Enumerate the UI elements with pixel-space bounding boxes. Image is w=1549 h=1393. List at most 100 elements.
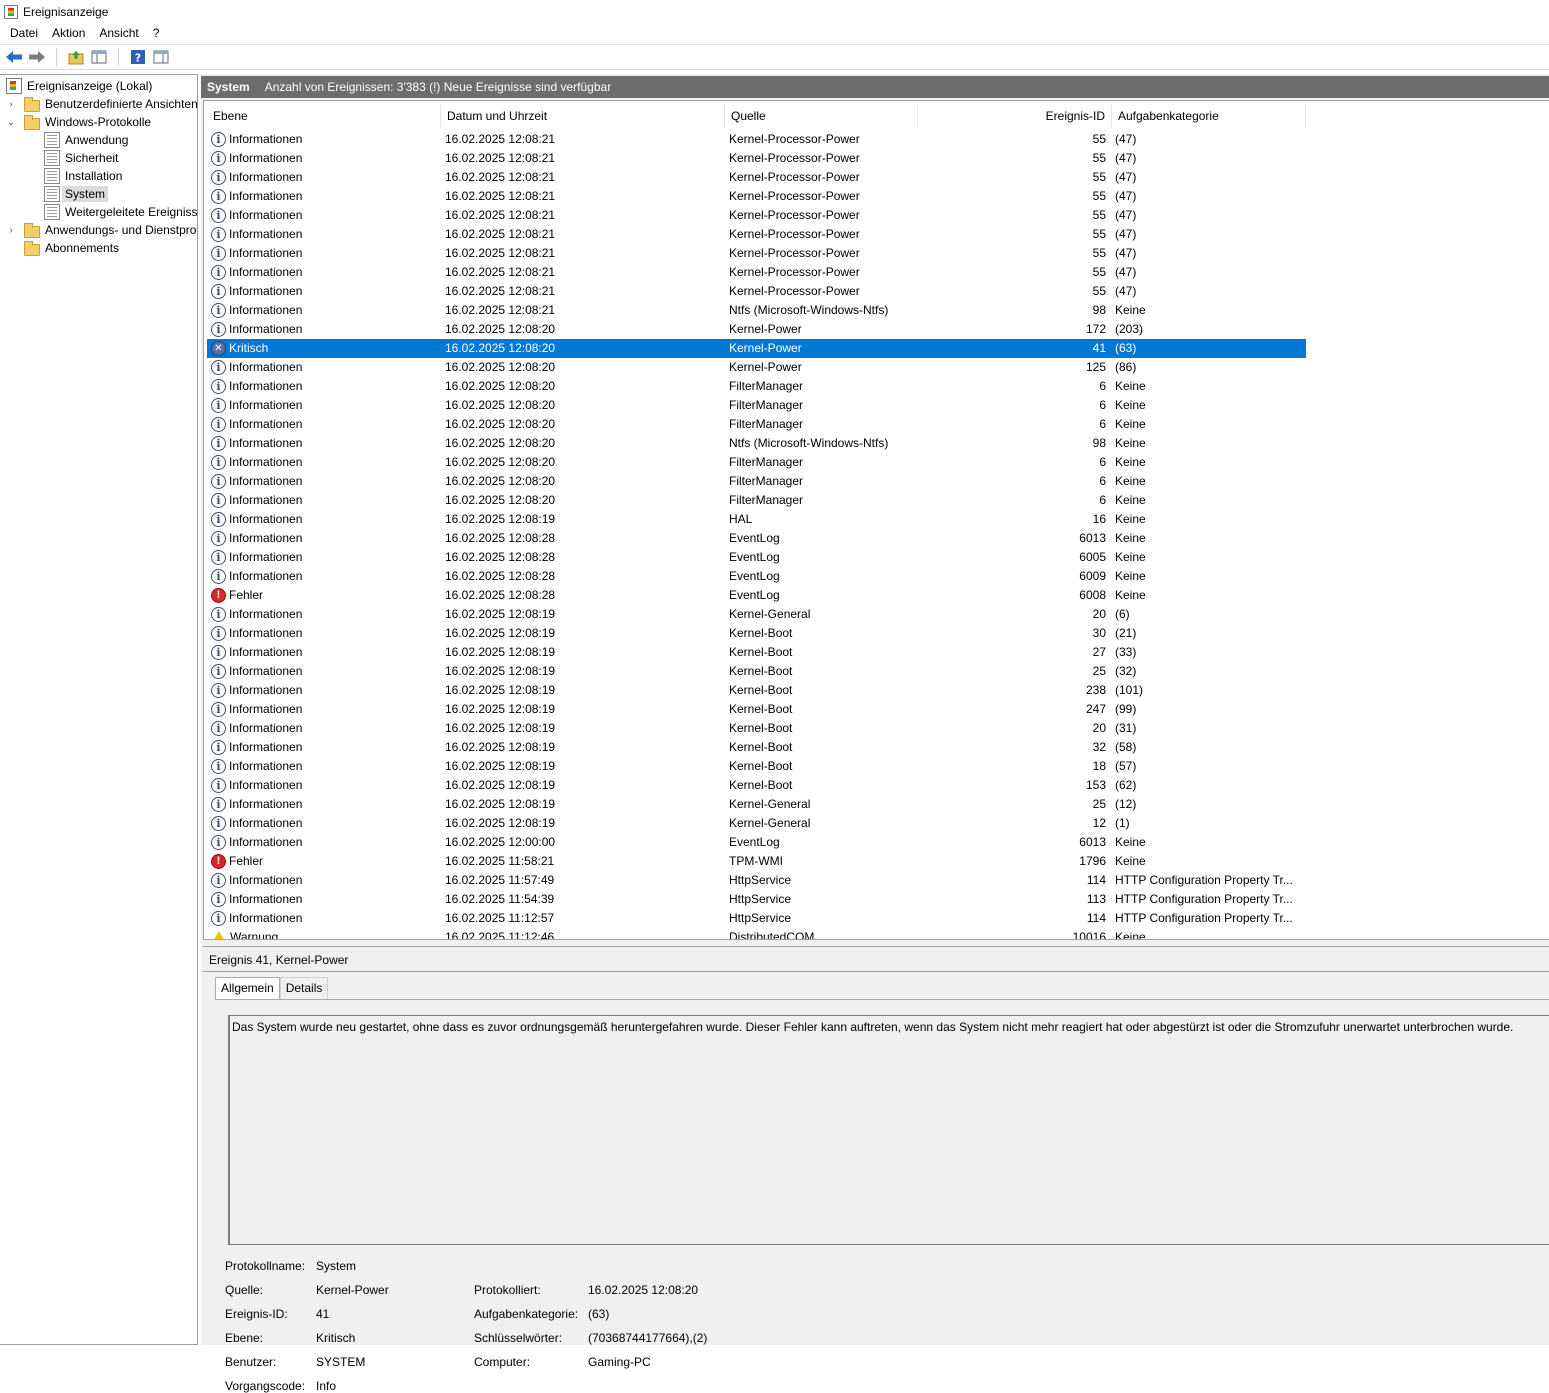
event-row[interactable]: Kritisch 16.02.2025 12:08:20 Kernel-Power 4…	[207, 339, 1306, 358]
event-row[interactable]: Informationen 16.02.2025 11:12:57 HttpServ…	[207, 909, 1306, 928]
event-row[interactable]: Informationen 16.02.2025 12:08:20 FilterMa…	[207, 472, 1306, 491]
event-row[interactable]: Informationen 16.02.2025 12:08:19 Kernel-B…	[207, 624, 1306, 643]
event-level: Informationen	[229, 246, 303, 260]
event-id: 98	[1092, 303, 1106, 317]
event-row[interactable]: Informationen 16.02.2025 12:08:20 FilterMa…	[207, 415, 1306, 434]
event-row[interactable]: Informationen 16.02.2025 12:08:21 Ntfs (Mi…	[207, 301, 1306, 320]
event-row[interactable]: Informationen 16.02.2025 12:08:19 Kernel-G…	[207, 814, 1306, 833]
chevron-right-icon[interactable]: ›	[6, 225, 16, 236]
tree-item-event-viewer-local[interactable]: Ereignisanzeige (Lokal)	[6, 77, 155, 95]
event-row[interactable]: Fehler 16.02.2025 12:08:28 EventLog 6008 Kei…	[207, 586, 1306, 605]
column-header-event-id[interactable]: Ereignis-ID	[918, 104, 1112, 128]
event-description[interactable]: Das System wurde neu gestartet, ohne das…	[228, 1015, 1549, 1245]
event-row[interactable]: Informationen 16.02.2025 12:08:19 Kernel-B…	[207, 776, 1306, 795]
column-header-source[interactable]: Quelle	[725, 104, 918, 128]
event-date: 16.02.2025 12:08:20	[445, 417, 556, 431]
event-level: Informationen	[229, 835, 303, 849]
tree-item-subscriptions[interactable]: Abonnements	[24, 239, 122, 257]
event-row[interactable]: Informationen 16.02.2025 11:54:39 HttpServ…	[207, 890, 1306, 909]
up-folder-button[interactable]	[66, 47, 86, 67]
menu-ansicht[interactable]: Ansicht	[92, 23, 145, 44]
event-row[interactable]: Informationen 16.02.2025 12:08:21 Kernel-P…	[207, 244, 1306, 263]
event-row[interactable]: Informationen 16.02.2025 12:08:21 Kernel-P…	[207, 187, 1306, 206]
event-row[interactable]: Informationen 16.02.2025 12:08:20 Kernel-P…	[207, 320, 1306, 339]
menu-aktion[interactable]: Aktion	[45, 23, 92, 44]
event-row[interactable]: Informationen 16.02.2025 12:08:19 Kernel-B…	[207, 662, 1306, 681]
tree-item-forwarded-events[interactable]: Weitergeleitete Ereignisse	[44, 203, 198, 221]
tree-item-system[interactable]: System	[44, 185, 109, 203]
event-row[interactable]: Informationen 16.02.2025 12:08:21 Kernel-P…	[207, 206, 1306, 225]
event-row[interactable]: Informationen 16.02.2025 12:08:19 HAL 16 Kei…	[207, 510, 1306, 529]
event-task-category: Keine	[1115, 417, 1146, 431]
event-row[interactable]: Informationen 16.02.2025 12:08:19 Kernel-B…	[207, 643, 1306, 662]
event-row[interactable]: Informationen 16.02.2025 12:08:20 Kernel-P…	[207, 358, 1306, 377]
event-row[interactable]: Informationen 16.02.2025 12:00:00 EventLog…	[207, 833, 1306, 852]
event-row[interactable]: Fehler 16.02.2025 11:58:21 TPM-WMI 1796 Kein…	[207, 852, 1306, 871]
event-task-category: Keine	[1115, 436, 1146, 450]
event-row[interactable]: Informationen 16.02.2025 12:08:19 Kernel-B…	[207, 700, 1306, 719]
event-row[interactable]: Informationen 16.02.2025 12:08:20 FilterMa…	[207, 453, 1306, 472]
event-row[interactable]: Informationen 16.02.2025 12:08:21 Kernel-P…	[207, 149, 1306, 168]
event-row[interactable]: Informationen 16.02.2025 12:08:21 Kernel-P…	[207, 282, 1306, 301]
tree-item-security[interactable]: Sicherheit	[44, 149, 121, 167]
event-row[interactable]: Informationen 16.02.2025 12:08:28 EventLog…	[207, 548, 1306, 567]
tree-item-custom-views[interactable]: › Benutzerdefinierte Ansichten	[6, 95, 197, 113]
event-row[interactable]: Informationen 16.02.2025 12:08:21 Kernel-P…	[207, 130, 1306, 149]
column-header-task-category[interactable]: Aufgabenkategorie	[1112, 104, 1306, 128]
back-button[interactable]	[4, 47, 24, 67]
event-level: Informationen	[229, 360, 303, 374]
tab-details[interactable]: Details	[279, 977, 329, 999]
info-icon	[211, 719, 226, 738]
action-pane-button[interactable]	[151, 47, 171, 67]
console-tree-button[interactable]	[89, 47, 109, 67]
event-row[interactable]: Informationen 16.02.2025 12:08:19 Kernel-B…	[207, 757, 1306, 776]
event-row[interactable]: Informationen 16.02.2025 12:08:20 FilterMa…	[207, 377, 1306, 396]
event-level-cell: Informationen	[211, 149, 439, 168]
event-id: 114	[1086, 873, 1106, 887]
event-row[interactable]: Informationen 16.02.2025 12:08:20 FilterMa…	[207, 491, 1306, 510]
tree-item-windows-logs[interactable]: ⌄ Windows-Protokolle	[6, 113, 154, 131]
error-icon	[211, 852, 226, 871]
tab-general[interactable]: Allgemein	[215, 977, 280, 1000]
event-date: 16.02.2025 12:08:20	[445, 360, 556, 374]
column-header-date[interactable]: Datum und Uhrzeit	[441, 104, 725, 128]
help-button[interactable]: ?	[128, 47, 148, 67]
info-icon	[211, 624, 226, 643]
event-row[interactable]: Informationen 16.02.2025 12:08:28 EventLog…	[207, 567, 1306, 586]
event-row[interactable]: Informationen 16.02.2025 12:08:20 FilterMa…	[207, 396, 1306, 415]
event-source: Kernel-Boot	[729, 645, 793, 659]
tree-item-app-service-logs[interactable]: › Anwendungs- und Dienstprotokolle	[6, 221, 197, 239]
event-row[interactable]: Informationen 16.02.2025 12:08:19 Kernel-B…	[207, 681, 1306, 700]
menu-help[interactable]: ?	[146, 23, 167, 44]
event-task-category: HTTP Configuration Property Tr...	[1115, 873, 1293, 887]
event-row[interactable]: Informationen 16.02.2025 12:08:28 EventLog…	[207, 529, 1306, 548]
event-row[interactable]: Informationen 16.02.2025 12:08:19 Kernel-G…	[207, 795, 1306, 814]
event-id: 6009	[1079, 569, 1106, 583]
event-row[interactable]: Informationen 16.02.2025 12:08:20 Ntfs (Mi…	[207, 434, 1306, 453]
column-header-level[interactable]: Ebene	[207, 104, 441, 128]
event-row[interactable]: Informationen 16.02.2025 12:08:21 Kernel-P…	[207, 168, 1306, 187]
event-source: Kernel-Boot	[729, 626, 793, 640]
event-row[interactable]: Informationen 16.02.2025 12:08:19 Kernel-G…	[207, 605, 1306, 624]
event-level: Informationen	[229, 702, 303, 716]
chevron-down-icon[interactable]: ⌄	[6, 117, 16, 128]
event-row[interactable]: Informationen 16.02.2025 12:08:19 Kernel-B…	[207, 738, 1306, 757]
chevron-right-icon[interactable]: ›	[6, 99, 16, 110]
event-source: Kernel-Power	[729, 341, 802, 355]
event-date: 16.02.2025 12:08:21	[445, 284, 556, 298]
event-task-category: (47)	[1115, 284, 1137, 298]
event-row[interactable]: Informationen 16.02.2025 12:08:21 Kernel-P…	[207, 225, 1306, 244]
event-row[interactable]: Informationen 16.02.2025 12:08:19 Kernel-B…	[207, 719, 1306, 738]
tree-item-application[interactable]: Anwendung	[44, 131, 131, 149]
forward-button[interactable]	[27, 47, 47, 67]
info-icon	[211, 282, 226, 301]
event-row[interactable]: Informationen 16.02.2025 12:08:21 Kernel-P…	[207, 263, 1306, 282]
tree-item-label: Weitergeleitete Ereignisse	[65, 205, 198, 219]
event-row[interactable]: Informationen 16.02.2025 11:57:49 HttpServ…	[207, 871, 1306, 890]
event-source: Kernel-Processor-Power	[729, 265, 860, 279]
menu-datei[interactable]: Datei	[3, 23, 45, 44]
event-id: 32	[1092, 740, 1106, 754]
event-row[interactable]: Warnung 16.02.2025 11:12:46 DistributedCOM…	[207, 928, 1306, 939]
event-id: 55	[1092, 170, 1106, 184]
tree-item-setup[interactable]: Installation	[44, 167, 125, 185]
